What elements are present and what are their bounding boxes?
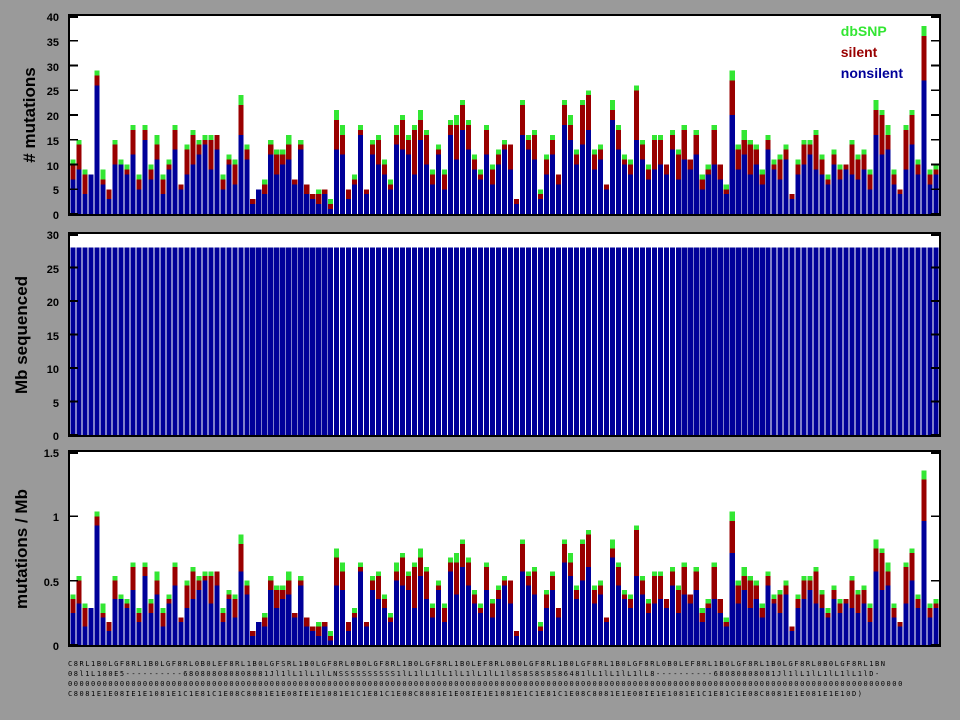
- y-tick-label: 20: [47, 297, 59, 309]
- y-tick-label: 25: [47, 264, 59, 276]
- y-tick-label: 1.5: [44, 448, 59, 460]
- panel-mutation-rate: mutations / Mb 00.511.5: [0, 450, 960, 647]
- y-tick-label: 5: [53, 185, 59, 197]
- y-axis-ticks-mutations: 0510152025303540: [0, 16, 64, 214]
- legend-item-silent: silent: [841, 42, 903, 63]
- y-tick-label: 30: [47, 62, 59, 74]
- y-tick-label: 30: [47, 230, 59, 242]
- y-tick-label: 20: [47, 111, 59, 123]
- bar-chart-mutations: [70, 16, 939, 214]
- panel-mutations: # mutations 0510152025303540 dbSNP silen…: [0, 14, 960, 216]
- y-axis-ticks-mb-sequenced: 051015202530: [0, 234, 64, 435]
- x-axis-label-row: 0000000000000000000000000000000000000000…: [68, 679, 941, 689]
- x-axis-label-row: C8081E1E08IE1E1081E1C1E81C1E08C8081E1E08…: [68, 689, 941, 699]
- plot-area-mutations: dbSNP silent nonsilent: [68, 14, 941, 216]
- y-tick-label: 0: [53, 641, 59, 653]
- y-tick-label: 25: [47, 86, 59, 98]
- y-tick-label: 1: [53, 512, 59, 524]
- plot-area-mb-sequenced: [68, 232, 941, 437]
- y-tick-label: 35: [47, 37, 59, 49]
- legend-item-dbsnp: dbSNP: [841, 21, 903, 42]
- x-axis-sample-labels: C8RL1B0LGF8RL1B0LGF8RL0B0LEF8RL1B0LGFSRL…: [68, 659, 941, 711]
- y-tick-label: 15: [47, 136, 59, 148]
- x-axis-label-row: 08l1L180E5----------680808080808081Jl1lL…: [68, 669, 941, 679]
- legend: dbSNP silent nonsilent: [841, 21, 903, 84]
- y-tick-label: 10: [47, 364, 59, 376]
- x-axis-label-row: C8RL1B0LGF8RL1B0LGF8RL0B0LEF8RL1B0LGFSRL…: [68, 659, 941, 669]
- y-tick-label: 0: [53, 431, 59, 443]
- y-axis-ticks-mutation-rate: 00.511.5: [0, 452, 64, 645]
- bar-chart-mutation-rate: [70, 452, 939, 645]
- bar-chart-mb-sequenced: [70, 234, 939, 435]
- legend-item-nonsilent: nonsilent: [841, 63, 903, 84]
- y-tick-label: 5: [53, 398, 59, 410]
- y-tick-label: 0.5: [44, 577, 59, 589]
- y-tick-label: 0: [53, 210, 59, 222]
- y-tick-label: 40: [47, 12, 59, 24]
- panel-mb-sequenced: Mb sequenced 051015202530: [0, 232, 960, 437]
- y-tick-label: 10: [47, 161, 59, 173]
- figure: # mutations 0510152025303540 dbSNP silen…: [0, 0, 960, 720]
- plot-area-mutation-rate: [68, 450, 941, 647]
- y-tick-label: 15: [47, 331, 59, 343]
